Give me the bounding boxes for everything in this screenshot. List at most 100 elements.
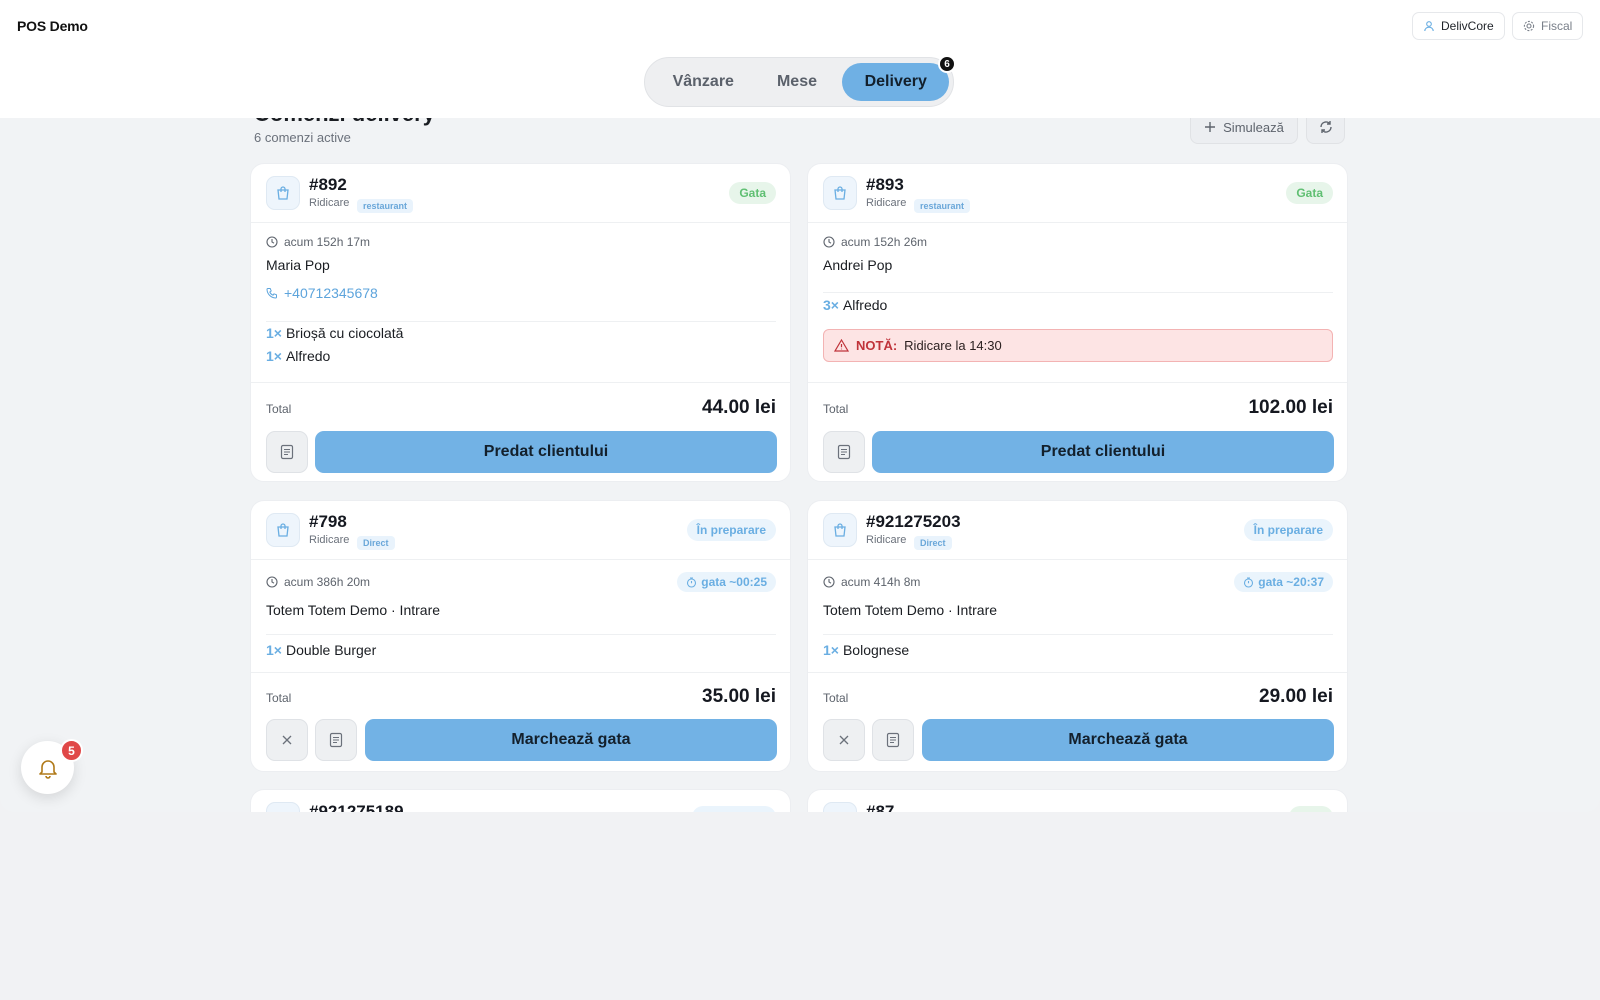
plus-icon — [1205, 122, 1216, 132]
shopping-bag-icon — [823, 176, 857, 210]
total-value: 35.00 lei — [702, 686, 776, 707]
handover-button[interactable]: Predat clientului — [315, 431, 777, 473]
order-card: #87 — [807, 789, 1348, 812]
order-time-text: acum 152h 26m — [841, 235, 928, 249]
order-card: #798 Ridicare Direct În preparare acum 3… — [250, 500, 791, 772]
phone-icon — [266, 288, 277, 299]
item-name: Brioșă cu ciocolată — [285, 325, 404, 341]
receipt-button[interactable] — [315, 719, 357, 761]
order-card: #921275203 Ridicare Direct În preparare … — [807, 500, 1348, 772]
item-name: Alfredo — [285, 348, 331, 364]
timer-icon — [1244, 576, 1254, 588]
order-number: #921275189 — [309, 802, 404, 812]
eta-text: gata ~20:37 — [1258, 575, 1324, 589]
order-source-chip: Direct — [914, 536, 952, 550]
order-source-chip: Direct — [357, 536, 395, 550]
list-item: 1× Bolognese — [823, 642, 909, 658]
clock-icon — [823, 576, 835, 588]
receipt-button[interactable] — [823, 431, 865, 473]
eta-badge: gata ~20:37 — [1234, 572, 1333, 592]
list-item: 3× Alfredo — [823, 297, 887, 313]
divider — [808, 672, 1347, 673]
user-label: DelivCore — [1441, 19, 1494, 33]
status-badge: Gata — [729, 182, 776, 204]
note-text: Ridicare la 14:30 — [904, 338, 1002, 353]
order-card-header: #921275203 Ridicare Direct În preparare — [808, 501, 1347, 560]
item-qty: 1× — [266, 642, 282, 658]
status-badge: Gata — [1286, 182, 1333, 204]
total-label: Total — [266, 402, 292, 416]
order-time-text: acum 414h 8m — [841, 575, 921, 589]
close-icon — [282, 735, 292, 745]
cancel-button[interactable] — [823, 719, 865, 761]
mark-ready-button[interactable]: Marchează gata — [922, 719, 1334, 761]
total-value: 102.00 lei — [1248, 397, 1333, 418]
list-item: 1× Brioșă cu ciocolată — [266, 325, 403, 341]
order-card: #892 Ridicare restaurant Gata acum 152h … — [250, 163, 791, 482]
fiscal-button[interactable]: Fiscal — [1512, 12, 1584, 40]
eta-badge: gata ~00:25 — [677, 572, 776, 592]
shopping-bag-icon — [266, 176, 300, 210]
bell-icon — [38, 759, 57, 779]
divider — [808, 382, 1347, 383]
close-icon — [839, 735, 849, 745]
warning-icon — [834, 339, 849, 352]
mark-ready-button[interactable]: Marchează gata — [365, 719, 777, 761]
order-time-text: acum 152h 17m — [284, 235, 371, 249]
order-number: #87 — [866, 802, 895, 812]
total-label: Total — [823, 402, 849, 416]
mode-tabs: Vânzare Mese Delivery 6 — [644, 55, 956, 107]
cancel-button[interactable] — [266, 719, 308, 761]
customer-name: Maria Pop — [266, 257, 330, 273]
status-badge: În preparare — [686, 519, 776, 541]
divider — [823, 292, 1333, 293]
app-title: POS Demo — [17, 18, 88, 34]
user-button[interactable]: DelivCore — [1412, 12, 1505, 40]
receipt-button[interactable] — [266, 431, 308, 473]
list-item: 1× Alfredo — [266, 348, 330, 364]
user-icon — [1424, 21, 1434, 32]
order-type: Ridicare — [866, 534, 907, 546]
item-name: Bolognese — [842, 642, 910, 658]
tab-mese[interactable]: Mese — [758, 63, 837, 101]
delivery-count-badge: 6 — [938, 55, 956, 73]
divider — [266, 634, 776, 635]
tab-delivery-label: Delivery — [864, 73, 927, 90]
list-item: 1× Double Burger — [266, 642, 376, 658]
customer-name: Totem Totem Demo · Intrare — [823, 602, 998, 618]
receipt-button[interactable] — [872, 719, 914, 761]
total-value: 29.00 lei — [1259, 686, 1333, 707]
clock-icon — [266, 576, 278, 588]
item-qty: 1× — [823, 642, 839, 658]
note-label: NOTĂ: — [856, 338, 898, 353]
order-card-header: #893 Ridicare restaurant Gata — [808, 164, 1347, 223]
order-time: acum 152h 26m — [823, 235, 927, 249]
tab-delivery[interactable]: Delivery 6 — [842, 55, 956, 101]
item-qty: 3× — [823, 297, 839, 313]
shopping-bag-icon — [266, 802, 300, 812]
customer-phone[interactable]: +40712345678 — [266, 285, 378, 301]
order-type: Ridicare — [309, 534, 350, 546]
order-card: #921275189 — [250, 789, 791, 812]
divider — [266, 321, 776, 322]
item-name: Alfredo — [842, 297, 888, 313]
total-value: 44.00 lei — [702, 397, 776, 418]
page-subtitle: 6 comenzi active — [254, 130, 351, 145]
order-note: NOTĂ: Ridicare la 14:30 — [823, 329, 1333, 362]
item-qty: 1× — [266, 348, 282, 364]
item-qty: 1× — [266, 325, 282, 341]
order-time: acum 152h 17m — [266, 235, 370, 249]
shopping-bag-icon — [823, 802, 857, 812]
tab-vanzare[interactable]: Vânzare — [649, 63, 758, 101]
status-badge: În preparare — [1243, 519, 1333, 541]
notifications-button[interactable]: 5 — [21, 739, 83, 794]
app-viewport: Comenzi delivery 6 comenzi active Simule… — [0, 0, 1600, 812]
order-number: #921275203 — [866, 512, 961, 531]
handover-button[interactable]: Predat clientului — [872, 431, 1334, 473]
gear-icon — [1523, 20, 1535, 32]
notification-count-badge: 5 — [60, 739, 83, 762]
order-card-header: #892 Ridicare restaurant Gata — [251, 164, 790, 223]
order-number: #798 — [309, 512, 347, 531]
order-source-chip: restaurant — [357, 199, 414, 213]
receipt-icon — [886, 732, 900, 748]
